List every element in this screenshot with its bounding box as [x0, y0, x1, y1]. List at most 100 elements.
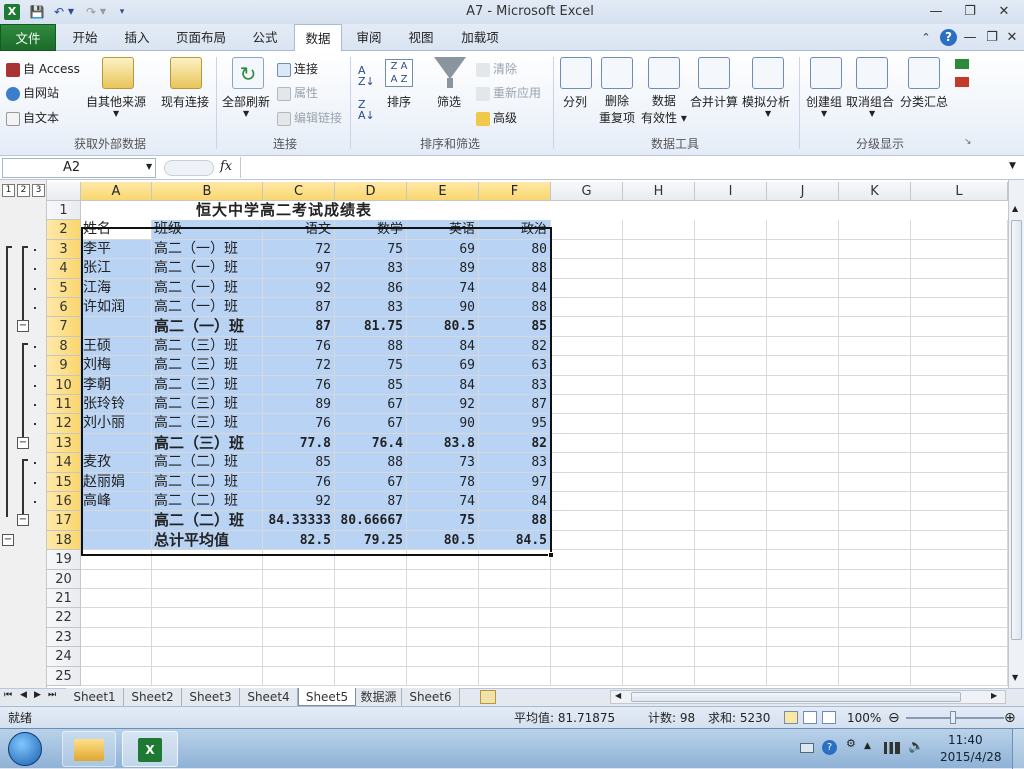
empty-cell[interactable] — [911, 317, 1008, 337]
cell-E25[interactable] — [407, 666, 479, 686]
row-header[interactable]: 14 — [47, 453, 81, 473]
normal-view-icon[interactable] — [784, 711, 798, 724]
row-header[interactable]: 1 — [47, 201, 81, 221]
row-header[interactable]: 2 — [47, 220, 81, 240]
show-hidden-icons[interactable]: ▲ — [864, 741, 871, 751]
cell-A5[interactable]: 江海 — [81, 278, 152, 298]
page-layout-view-icon[interactable] — [803, 711, 817, 724]
cell-D22[interactable] — [335, 608, 407, 628]
row-header[interactable]: 24 — [47, 647, 81, 667]
empty-cell[interactable] — [551, 492, 623, 512]
empty-cell[interactable] — [767, 472, 839, 492]
cell-D9[interactable]: 75 — [335, 356, 407, 376]
cell-E19[interactable] — [407, 550, 479, 570]
cell-F17[interactable]: 88 — [479, 511, 551, 531]
empty-cell[interactable] — [551, 453, 623, 473]
empty-cell[interactable] — [551, 395, 623, 415]
cell-C13[interactable]: 77.8 — [263, 433, 335, 454]
empty-cell[interactable] — [839, 375, 911, 395]
page-break-view-icon[interactable] — [822, 711, 836, 724]
explorer-taskbar-icon[interactable] — [62, 731, 116, 767]
group-dropdown-icon[interactable]: ▼ — [821, 109, 827, 118]
cell-B7[interactable]: 高二（一）班 — [152, 317, 263, 337]
empty-cell[interactable] — [551, 239, 623, 260]
show-desktop-button[interactable] — [1012, 729, 1024, 769]
empty-cell[interactable] — [623, 492, 695, 512]
empty-cell[interactable] — [623, 433, 695, 454]
cell-B4[interactable]: 高二（一）班 — [152, 259, 263, 279]
empty-cell[interactable] — [911, 550, 1008, 570]
undo-dropdown-icon[interactable]: ▼ — [66, 3, 76, 21]
cell-B11[interactable]: 高二（三）班 — [152, 395, 263, 415]
empty-cell[interactable] — [623, 550, 695, 570]
empty-cell[interactable] — [767, 647, 839, 667]
remove-duplicates-button[interactable]: 删除 重复项 — [599, 93, 635, 127]
outline-level-1-button[interactable]: 1 — [2, 184, 15, 197]
empty-cell[interactable] — [839, 220, 911, 240]
column-header-G[interactable]: G — [551, 182, 623, 201]
sort-az-icon[interactable]: A Z↓ — [358, 65, 375, 87]
prev-sheet-icon[interactable]: ◀ — [20, 690, 27, 700]
outline-level-3-button[interactable]: 3 — [32, 184, 45, 197]
filter-button[interactable]: 筛选 — [437, 93, 461, 110]
cell-A19[interactable] — [81, 550, 152, 570]
cell-D14[interactable]: 88 — [335, 453, 407, 473]
empty-cell[interactable] — [911, 492, 1008, 512]
empty-cell[interactable] — [839, 511, 911, 531]
cell-A23[interactable] — [81, 627, 152, 648]
cell-A9[interactable]: 刘梅 — [81, 356, 152, 376]
empty-cell[interactable] — [839, 589, 911, 609]
network-icon[interactable] — [884, 742, 900, 754]
empty-cell[interactable] — [695, 259, 767, 279]
cell-C21[interactable] — [263, 589, 335, 609]
cell-D23[interactable] — [335, 627, 407, 648]
row-header[interactable]: 11 — [47, 395, 81, 415]
row-header[interactable]: 12 — [47, 414, 81, 434]
empty-cell[interactable] — [911, 220, 1008, 240]
empty-cell[interactable] — [623, 589, 695, 609]
data-validation-button[interactable]: 数据 有效性 ▾ — [641, 93, 687, 127]
cell-A11[interactable]: 张玲铃 — [81, 395, 152, 415]
empty-cell[interactable] — [551, 627, 623, 648]
empty-cell[interactable] — [551, 298, 623, 318]
empty-cell[interactable] — [767, 317, 839, 337]
empty-cell[interactable] — [623, 278, 695, 298]
empty-cell[interactable] — [911, 259, 1008, 279]
cell-D8[interactable]: 88 — [335, 336, 407, 357]
empty-cell[interactable] — [839, 550, 911, 570]
cell-A7[interactable] — [81, 317, 152, 337]
empty-cell[interactable] — [551, 647, 623, 667]
vertical-scroll-thumb[interactable] — [1011, 220, 1022, 640]
empty-cell[interactable] — [839, 336, 911, 357]
redo-dropdown-icon[interactable]: ▼ — [98, 3, 108, 21]
collapse-group-button[interactable]: − — [17, 514, 29, 527]
column-header-F[interactable]: F — [479, 182, 551, 201]
cell-B9[interactable]: 高二（三）班 — [152, 356, 263, 376]
cell-F12[interactable]: 95 — [479, 414, 551, 434]
empty-cell[interactable] — [839, 627, 911, 648]
cell-D21[interactable] — [335, 589, 407, 609]
cell-E8[interactable]: 84 — [407, 336, 479, 357]
empty-cell[interactable] — [551, 433, 623, 454]
cell-B18[interactable]: 总计平均值 — [152, 530, 263, 551]
empty-cell[interactable] — [839, 239, 911, 260]
cell-F9[interactable]: 63 — [479, 356, 551, 376]
empty-cell[interactable] — [551, 472, 623, 492]
empty-cell[interactable] — [839, 317, 911, 337]
cell-F10[interactable]: 83 — [479, 375, 551, 395]
cell-B16[interactable]: 高二（二）班 — [152, 492, 263, 512]
empty-cell[interactable] — [839, 278, 911, 298]
cell-A6[interactable]: 许如润 — [81, 298, 152, 318]
cell-B20[interactable] — [152, 569, 263, 589]
empty-cell[interactable] — [695, 453, 767, 473]
cell-A17[interactable] — [81, 511, 152, 531]
empty-cell[interactable] — [839, 608, 911, 628]
empty-cell[interactable] — [911, 608, 1008, 628]
cell-F23[interactable] — [479, 627, 551, 648]
cell-E14[interactable]: 73 — [407, 453, 479, 473]
empty-cell[interactable] — [695, 569, 767, 589]
cell-C3[interactable]: 72 — [263, 239, 335, 260]
row-header[interactable]: 15 — [47, 472, 81, 492]
collapse-group-button[interactable]: − — [17, 436, 29, 449]
cell-E21[interactable] — [407, 589, 479, 609]
